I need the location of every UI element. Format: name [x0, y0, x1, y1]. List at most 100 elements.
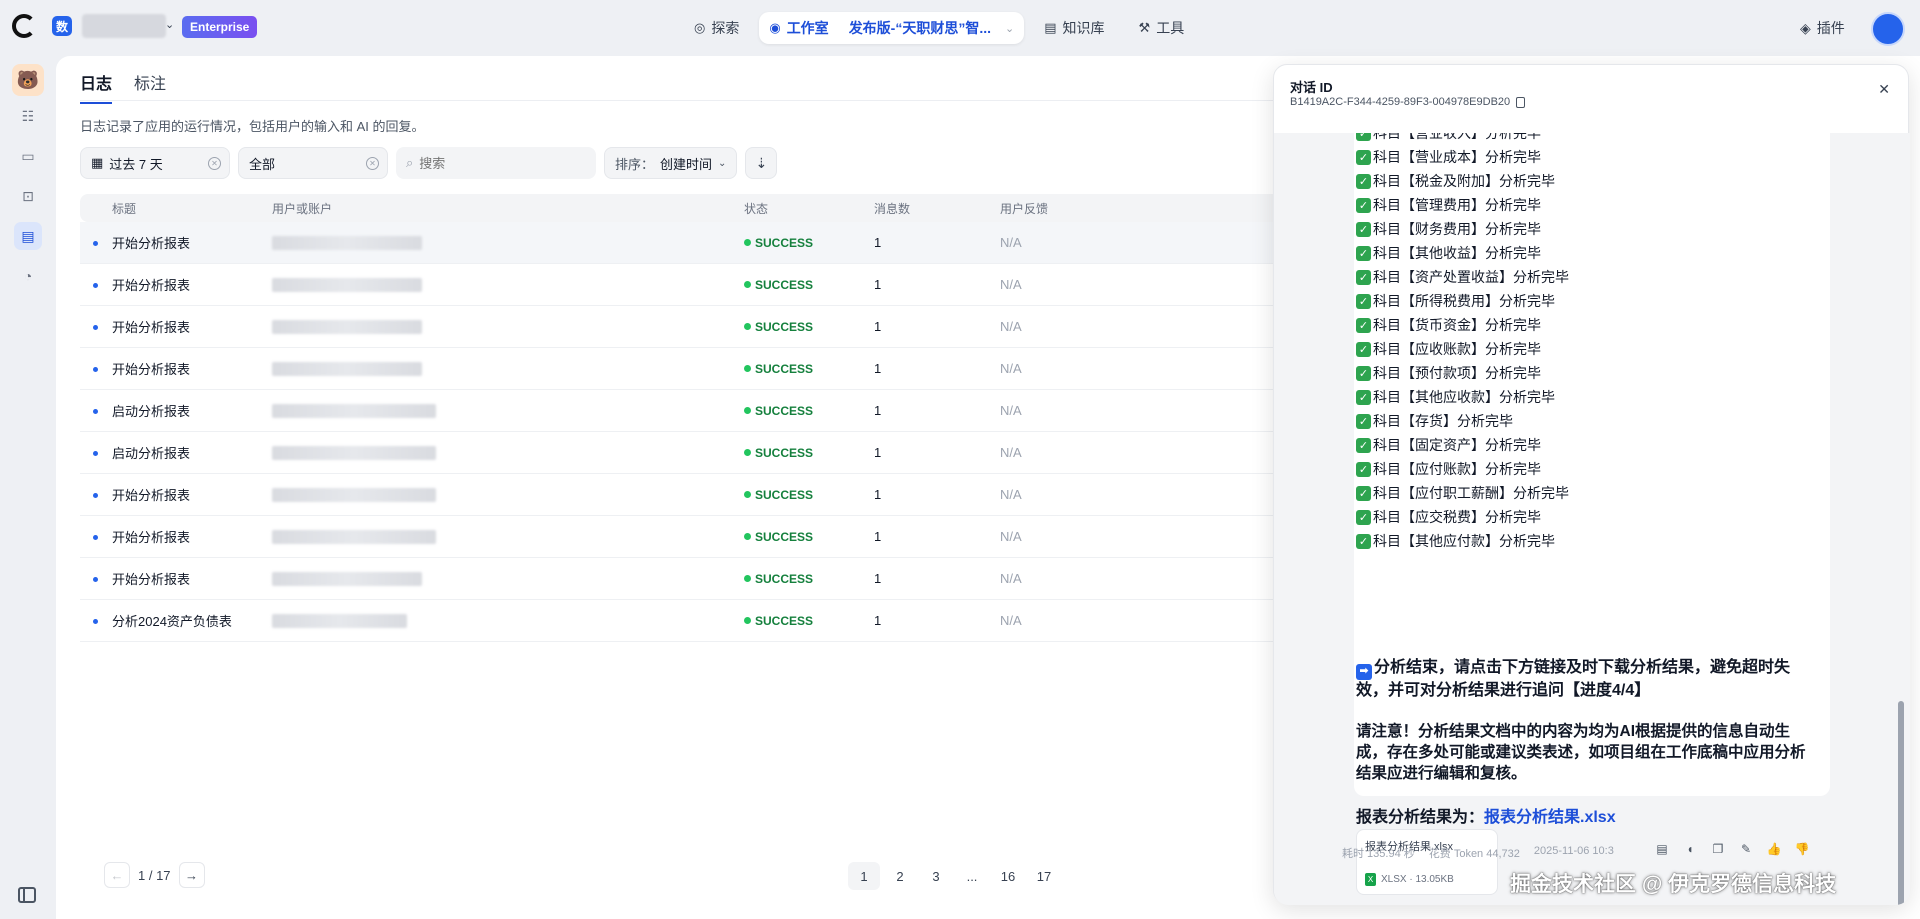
layout-icon[interactable]: ▭ [14, 142, 42, 170]
conversation-body[interactable]: ✓ 科目【营业收入】分析完毕 ✓ 科目【营业成本】分析完毕 ✓ 科目【税金及附加】分析… [1274, 133, 1910, 905]
step-item: ✓ 科目【固定资产】分析完毕 [1356, 433, 1569, 457]
thumbs-up-icon[interactable]: 👍 [1764, 839, 1784, 859]
user-redacted [272, 404, 436, 418]
page-1[interactable]: 1 [848, 862, 880, 890]
row-feedback: N/A [1000, 403, 1022, 418]
settings-sliders-icon[interactable]: ☷ [14, 102, 42, 130]
status-badge: SUCCESS [744, 320, 813, 334]
table-row[interactable]: 分析2024资产负债表 SUCCESS 1 N/A [80, 600, 1320, 642]
dashboard-icon[interactable]: ◔ [14, 262, 42, 290]
tabs-divider [80, 100, 1320, 101]
row-title: 启动分析报表 [112, 446, 191, 461]
file-attachment[interactable]: 报表分析结果.xlsx X XLSX · 13.05KB [1356, 829, 1498, 895]
logs-icon[interactable]: ▤ [14, 222, 42, 250]
status-badge: SUCCESS [744, 362, 813, 376]
nav-explore[interactable]: ◎ 探索 [680, 12, 753, 44]
step-item: ✓ 科目【所得税费用】分析完毕 [1356, 289, 1569, 313]
scrollbar-thumb[interactable] [1898, 701, 1904, 905]
workspace-avatar[interactable]: 数 [52, 16, 72, 36]
search-box[interactable]: ⌕ [396, 147, 596, 179]
thumbs-down-icon[interactable]: 👎 [1792, 839, 1812, 859]
unread-dot [93, 577, 98, 582]
speaker-icon[interactable]: ◖ [1680, 839, 1700, 859]
edit-icon[interactable]: ✎ [1736, 839, 1756, 859]
close-icon[interactable]: ✕ [1878, 81, 1890, 98]
conversation-id-value: B1419A2C-F344-4259-89F3-004978E9DB20 [1290, 96, 1511, 108]
check-icon: ✓ [1356, 509, 1371, 525]
row-feedback: N/A [1000, 613, 1022, 628]
workspace-name-redacted[interactable] [82, 14, 166, 38]
table-row[interactable]: 开始分析报表 SUCCESS 1 N/A [80, 516, 1320, 558]
page-2[interactable]: 2 [884, 862, 916, 890]
page-16[interactable]: 16 [992, 862, 1024, 890]
chevron-down-icon[interactable]: ⌄ [165, 18, 174, 31]
result-download-link[interactable]: 报表分析结果.xlsx [1484, 809, 1616, 826]
check-icon: ✓ [1356, 293, 1371, 309]
row-title: 开始分析报表 [112, 572, 191, 587]
row-feedback: N/A [1000, 361, 1022, 376]
sort-select[interactable]: 排序： 创建时间 ⌄ [604, 147, 738, 179]
nav-studio[interactable]: ◉ 工作室 发布版-“天职财思”智... ⌄ [759, 12, 1025, 44]
unread-dot [93, 535, 98, 540]
sort-direction-button[interactable]: ⇣ [745, 147, 778, 179]
unread-dot [93, 241, 98, 246]
user-redacted [272, 320, 422, 334]
check-icon: ✓ [1356, 317, 1371, 333]
check-icon: ✓ [1356, 533, 1371, 549]
current-app-name[interactable]: 发布版-“天职财思”智... [849, 18, 991, 38]
step-item: ✓ 科目【营业成本】分析完毕 [1356, 145, 1569, 169]
drawer-title: 对话 ID [1290, 80, 1333, 95]
table-row[interactable]: 启动分析报表 SUCCESS 1 N/A [80, 432, 1320, 474]
left-rail: 🐻 ☷ ▭ ⊡ ▤ ◔ [0, 56, 56, 919]
nav-tools[interactable]: ⚒ 工具 [1125, 12, 1199, 44]
tab-logs[interactable]: 日志 [80, 70, 113, 104]
table-row[interactable]: 开始分析报表 SUCCESS 1 N/A [80, 474, 1320, 516]
terminal-icon[interactable]: ⊡ [14, 182, 42, 210]
row-messages: 1 [874, 235, 882, 250]
table-row[interactable]: 开始分析报表 SUCCESS 1 N/A [80, 306, 1320, 348]
check-icon: ✓ [1356, 221, 1371, 237]
calendar-icon: ▦ [91, 155, 104, 170]
row-title: 开始分析报表 [112, 320, 191, 335]
next-page-button[interactable]: → [178, 862, 205, 888]
tab-annotations[interactable]: 标注 [134, 70, 166, 104]
col-messages: 消息数 [874, 201, 911, 216]
table-row[interactable]: 开始分析报表 SUCCESS 1 N/A [80, 348, 1320, 390]
clear-icon[interactable]: ✕ [366, 157, 379, 170]
plugins-link[interactable]: ◈ 插件 [1800, 18, 1845, 38]
analysis-steps: ✓ 科目【营业收入】分析完毕 ✓ 科目【营业成本】分析完毕 ✓ 科目【税金及附加】分析… [1356, 133, 1569, 553]
app-logo-icon[interactable] [12, 14, 36, 38]
plan-badge: Enterprise [182, 16, 258, 38]
chevron-down-icon[interactable]: ⌄ [1005, 22, 1014, 35]
page-17[interactable]: 17 [1028, 862, 1060, 890]
table-row[interactable]: 开始分析报表 SUCCESS 1 N/A [80, 264, 1320, 306]
nav-knowledge[interactable]: ▤ 知识库 [1030, 12, 1118, 44]
prev-page-button[interactable]: ← [104, 862, 130, 888]
message-time: 2025-11-06 10:3 [1533, 845, 1614, 857]
status-badge: SUCCESS [744, 278, 813, 292]
table-row[interactable]: 启动分析报表 SUCCESS 1 N/A [80, 390, 1320, 432]
step-item: ✓ 科目【预付款项】分析完毕 [1356, 361, 1569, 385]
check-icon: ✓ [1356, 365, 1371, 381]
check-icon: ✓ [1356, 173, 1371, 189]
assistant-message: ✓ 科目【营业收入】分析完毕 ✓ 科目【营业成本】分析完毕 ✓ 科目【税金及附加】分析… [1354, 133, 1830, 826]
check-icon: ✓ [1356, 149, 1371, 165]
sidebar-toggle-icon[interactable] [18, 887, 36, 903]
clear-icon[interactable]: ✕ [208, 157, 221, 170]
app-icon[interactable]: 🐻 [12, 64, 44, 96]
page-indicator: 1 / 17 [138, 867, 171, 883]
user-redacted [272, 572, 422, 586]
table-row[interactable]: 开始分析报表 SUCCESS 1 N/A [80, 558, 1320, 600]
status-filter[interactable]: 全部 ✕ [238, 147, 388, 179]
copy-icon[interactable]: ❐ [1708, 839, 1728, 859]
log-icon[interactable]: ▤ [1652, 839, 1672, 859]
logs-tabs: 日志 标注 [80, 70, 166, 104]
copy-icon[interactable] [1516, 96, 1526, 108]
search-input[interactable] [419, 155, 580, 171]
table-row[interactable]: 开始分析报表 SUCCESS 1 N/A [80, 222, 1320, 264]
elapsed-time: 耗时 135.94 秒 [1342, 848, 1415, 860]
user-avatar[interactable] [1871, 12, 1905, 46]
user-redacted [272, 446, 436, 460]
period-filter[interactable]: ▦ 过去 7 天 ✕ [80, 147, 230, 179]
page-3[interactable]: 3 [920, 862, 952, 890]
